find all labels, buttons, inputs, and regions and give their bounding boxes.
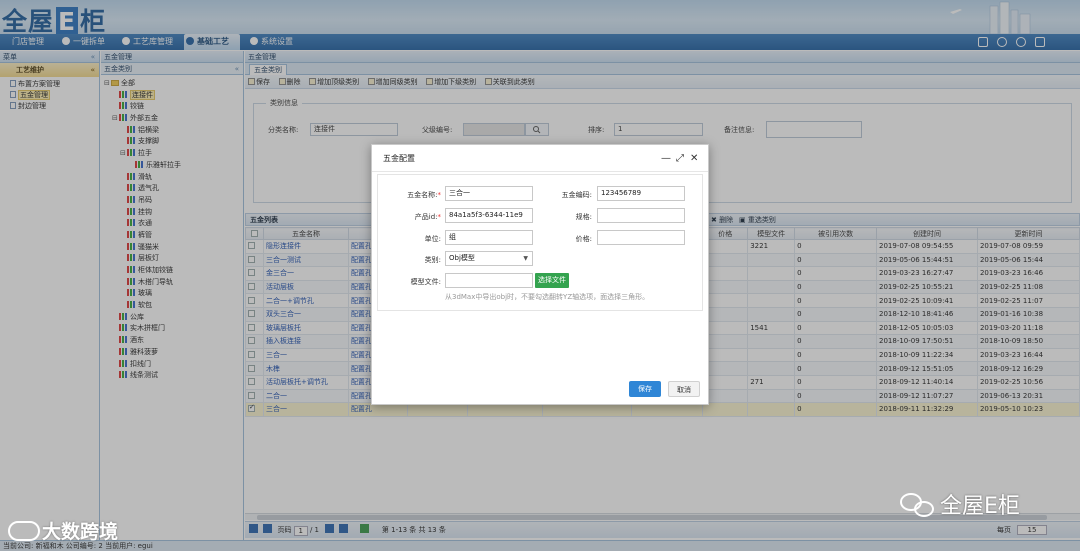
model-file-input[interactable] bbox=[445, 273, 533, 288]
cancel-button[interactable]: 取消 bbox=[668, 381, 700, 397]
product-id-input[interactable]: 84a1a5f3-6344-11e9 bbox=[445, 208, 533, 223]
price-input[interactable] bbox=[597, 230, 685, 245]
hardware-config-dialog: 五金配置 — ⤢ ✕ 五金名称:* 三合一 五金编码: 123456789 产品… bbox=[371, 144, 709, 405]
dialog-form: 五金名称:* 三合一 五金编码: 123456789 产品id:* 84a1a5… bbox=[377, 174, 703, 311]
unit-input[interactable]: 组 bbox=[445, 230, 533, 245]
hardware-name-label: 五金名称:* bbox=[407, 191, 441, 199]
save-button[interactable]: 保存 bbox=[629, 381, 661, 397]
dialog-title-bar: 五金配置 — ⤢ ✕ bbox=[372, 145, 708, 172]
dialog-title: 五金配置 bbox=[383, 154, 415, 163]
close-icon[interactable]: ✕ bbox=[690, 145, 698, 172]
model-file-hint: 从3dMax中导出obj时，不要勾选翻转YZ轴选项，面选择三角形。 bbox=[445, 293, 650, 301]
unit-label: 单位: bbox=[424, 235, 441, 243]
type-select[interactable]: Obj模型 ▼ bbox=[445, 251, 533, 266]
wechat-icon bbox=[900, 491, 936, 519]
watermark-logo-icon bbox=[8, 521, 40, 541]
spec-label: 规格: bbox=[575, 213, 592, 221]
hardware-code-input[interactable]: 123456789 bbox=[597, 186, 685, 201]
chevron-down-icon: ▼ bbox=[523, 255, 528, 262]
watermark-left: 大数跨境 bbox=[8, 517, 118, 544]
model-file-label: 模型文件: bbox=[410, 278, 441, 286]
choose-file-button[interactable]: 选择文件 bbox=[535, 273, 569, 288]
watermark-right: 全屋E柜 bbox=[900, 488, 1020, 520]
hardware-code-label: 五金编码: bbox=[561, 191, 592, 199]
minimize-icon[interactable]: — bbox=[661, 145, 671, 172]
spec-input[interactable] bbox=[597, 208, 685, 223]
maximize-icon[interactable]: ⤢ bbox=[676, 145, 684, 172]
product-id-label: 产品id:* bbox=[414, 213, 441, 221]
hardware-name-input[interactable]: 三合一 bbox=[445, 186, 533, 201]
type-label: 类别: bbox=[424, 256, 441, 264]
price-label: 价格: bbox=[575, 235, 592, 243]
